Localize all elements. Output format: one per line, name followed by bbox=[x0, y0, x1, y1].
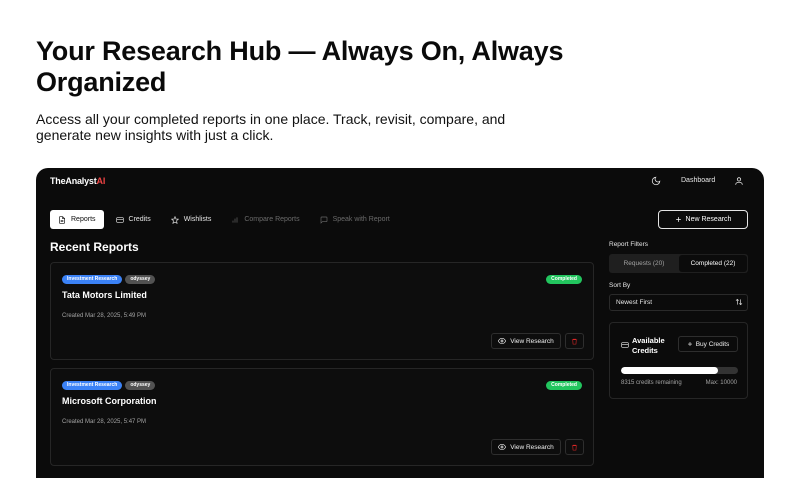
logo-main: TheAnalyst bbox=[50, 176, 97, 186]
view-research-label: View Research bbox=[510, 337, 554, 345]
tab-label: Speak with Report bbox=[332, 216, 390, 223]
trash-icon bbox=[571, 444, 578, 450]
eye-icon bbox=[498, 443, 507, 451]
tag-badge: Investment Research bbox=[62, 381, 123, 390]
sort-arrows-icon bbox=[735, 298, 743, 306]
credits-title: Available Credits bbox=[632, 336, 665, 355]
tag-list: Investment Research odyssey bbox=[62, 275, 156, 284]
tab-label: Compare Reports bbox=[244, 216, 300, 223]
tab-credits[interactable]: Credits bbox=[108, 210, 159, 229]
plus-icon bbox=[675, 217, 681, 222]
credits-progress-bar bbox=[621, 367, 738, 374]
tab-wishlists[interactable]: Wishlists bbox=[163, 210, 220, 229]
tab-label: Reports bbox=[71, 216, 96, 223]
credits-max: Max: 10000 bbox=[705, 380, 737, 386]
tab-compare-reports[interactable]: Compare Reports bbox=[223, 210, 307, 229]
report-title: Tata Motors Limited bbox=[62, 290, 147, 300]
report-created-date: Created Mar 28, 2025, 5:47 PM bbox=[62, 419, 147, 425]
plus-icon bbox=[687, 342, 692, 346]
hero-subtitle: Access all your completed reports in one… bbox=[36, 111, 506, 143]
filter-requests[interactable]: Requests (20) bbox=[610, 255, 678, 272]
new-research-button[interactable]: New Research bbox=[658, 210, 748, 229]
tab-label: Wishlists bbox=[183, 216, 212, 223]
tag-badge: Investment Research bbox=[62, 275, 123, 284]
sort-by-label: Sort By bbox=[609, 282, 631, 289]
top-bar: TheAnalystAI Dashboard bbox=[36, 168, 764, 194]
tag-badge: odyssey bbox=[125, 381, 156, 390]
report-filter-toggle: Requests (20) Completed (22) bbox=[609, 254, 748, 273]
section-title: Recent Reports bbox=[50, 240, 139, 254]
tag-badge: odyssey bbox=[125, 275, 156, 284]
tab-reports[interactable]: Reports bbox=[50, 210, 104, 229]
tag-list: Investment Research odyssey bbox=[62, 381, 156, 390]
delete-button[interactable] bbox=[565, 439, 584, 455]
report-filters-label: Report Filters bbox=[609, 241, 649, 248]
trash-icon bbox=[571, 338, 578, 344]
filter-completed[interactable]: Completed (22) bbox=[679, 255, 747, 272]
file-icon bbox=[59, 215, 65, 224]
view-research-button[interactable]: View Research bbox=[491, 333, 561, 349]
user-icon[interactable] bbox=[734, 176, 744, 186]
status-badge: Completed bbox=[546, 275, 582, 284]
credits-progress-fill bbox=[621, 367, 719, 374]
chart-icon bbox=[232, 216, 238, 223]
credits-panel: Available Credits Buy Credits 8315 credi… bbox=[609, 322, 748, 399]
card-icon bbox=[115, 216, 124, 223]
logo[interactable]: TheAnalystAI bbox=[50, 176, 105, 186]
report-created-date: Created Mar 28, 2025, 5:49 PM bbox=[62, 313, 147, 319]
view-research-label: View Research bbox=[510, 443, 554, 451]
logo-accent: AI bbox=[96, 176, 106, 186]
tab-speak-with-report[interactable]: Speak with Report bbox=[312, 210, 398, 229]
card-icon bbox=[621, 342, 629, 348]
buy-credits-label: Buy Credits bbox=[695, 340, 730, 348]
moon-icon[interactable] bbox=[651, 176, 661, 186]
new-research-label: New Research bbox=[685, 216, 732, 223]
sort-select[interactable]: Newest First bbox=[609, 294, 748, 311]
sort-value: Newest First bbox=[616, 299, 653, 306]
report-title: Microsoft Corporation bbox=[62, 396, 157, 406]
dashboard-link[interactable]: Dashboard bbox=[681, 177, 715, 184]
report-tabs: Reports Credits Wishlists Compare Report… bbox=[50, 210, 398, 229]
status-badge: Completed bbox=[546, 381, 582, 390]
eye-icon bbox=[498, 337, 507, 345]
app-window: TheAnalystAI Dashboard Reports Credits W… bbox=[36, 168, 764, 478]
report-card: Investment Research odyssey Completed Ta… bbox=[50, 262, 594, 360]
star-icon bbox=[170, 215, 179, 224]
buy-credits-button[interactable]: Buy Credits bbox=[678, 336, 738, 352]
hero-title: Your Research Hub — Always On, Always Or… bbox=[36, 36, 564, 97]
report-card: Investment Research odyssey Completed Mi… bbox=[50, 368, 594, 466]
chat-icon bbox=[320, 216, 327, 224]
view-research-button[interactable]: View Research bbox=[491, 439, 561, 455]
delete-button[interactable] bbox=[565, 333, 584, 349]
credits-remaining: 8315 credits remaining bbox=[621, 380, 682, 386]
tab-label: Credits bbox=[128, 216, 151, 223]
